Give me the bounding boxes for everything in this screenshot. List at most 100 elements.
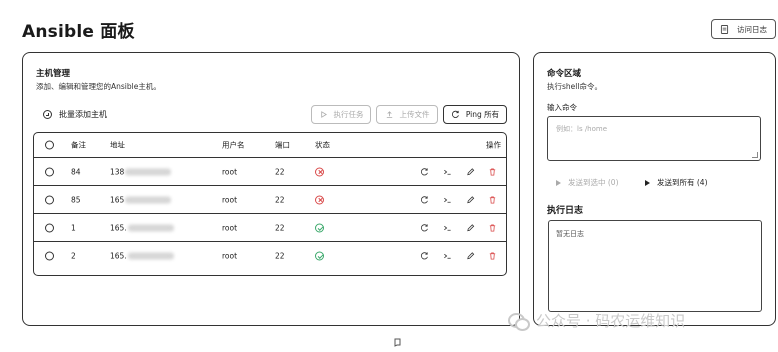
host-management-card: 主机管理 添加、编辑和管理您的Ansible主机。 批量添加主机 执行任务 上传… <box>22 52 520 326</box>
edit-icon <box>467 167 475 175</box>
log-empty-text: 暂无日志 <box>556 230 584 238</box>
batch-add-label: 批量添加主机 <box>59 110 107 119</box>
delete-icon <box>489 195 496 204</box>
column-header-username: 用户名 <box>222 140 245 150</box>
delete-icon <box>489 167 496 176</box>
command-area-title: 命令区域 <box>547 69 582 79</box>
terminal-icon <box>444 253 451 259</box>
watermark-text: 公众号 · 码农运维知识 <box>536 312 686 330</box>
check-circle-icon <box>315 251 324 260</box>
select-all-checkbox[interactable] <box>45 140 54 150</box>
edit-button[interactable] <box>466 251 475 260</box>
ping-all-label: Ping 所有 <box>465 110 500 119</box>
delete-button[interactable] <box>488 223 497 232</box>
row-checkbox[interactable] <box>45 251 54 260</box>
play-icon <box>320 111 327 118</box>
file-log-icon <box>720 24 729 34</box>
terminal-button[interactable] <box>443 195 452 204</box>
column-header-remark: 备注 <box>71 140 86 150</box>
ping-host-button[interactable] <box>420 223 429 232</box>
resize-handle[interactable] <box>752 152 758 158</box>
edit-button[interactable] <box>466 223 475 232</box>
command-area-description: 执行shell命令。 <box>547 82 602 91</box>
scroll-icon <box>394 338 401 347</box>
x-circle-icon <box>315 167 324 176</box>
check-circle-icon <box>315 223 324 232</box>
edit-button[interactable] <box>466 167 475 176</box>
column-header-operations: 操作 <box>486 140 501 150</box>
host-management-description: 添加、编辑和管理您的Ansible主机。 <box>36 82 161 91</box>
table-row: 2 165. root 22 <box>34 241 506 269</box>
run-task-label: 执行任务 <box>333 110 364 119</box>
row-checkbox[interactable] <box>45 195 54 204</box>
command-input[interactable]: 例如：ls /home <box>547 116 761 161</box>
row-checkbox[interactable] <box>45 223 54 232</box>
cell-username: root <box>222 195 238 204</box>
access-log-label: 访问日志 <box>737 24 767 34</box>
play-icon <box>556 179 561 186</box>
terminal-icon <box>444 197 451 203</box>
upload-file-button[interactable]: 上传文件 <box>376 105 438 124</box>
terminal-icon <box>444 225 451 231</box>
wechat-icon <box>508 312 530 331</box>
send-to-selected-button[interactable]: 发送到选中 (0) <box>556 177 619 188</box>
delete-button[interactable] <box>488 195 497 204</box>
cell-username: root <box>222 223 238 232</box>
play-icon <box>645 179 650 186</box>
watermark: 公众号 · 码农运维知识 <box>508 310 685 331</box>
table-header-row: 备注 地址 用户名 端口 状态 操作 <box>34 133 506 157</box>
delete-button[interactable] <box>488 167 497 176</box>
upload-file-label: 上传文件 <box>399 110 430 119</box>
cell-username: root <box>222 167 238 176</box>
delete-icon <box>489 251 496 260</box>
command-input-label: 输入命令 <box>547 103 577 112</box>
edit-icon <box>467 195 475 203</box>
cell-address: 165. <box>110 223 174 232</box>
column-header-port: 端口 <box>275 140 290 150</box>
refresh-icon <box>420 251 428 259</box>
column-header-address: 地址 <box>110 140 125 150</box>
cell-username: root <box>222 251 238 260</box>
edit-icon <box>467 223 475 231</box>
send-to-all-button[interactable]: 发送到所有 (4) <box>645 177 708 188</box>
refresh-icon <box>420 195 428 203</box>
ping-host-button[interactable] <box>420 195 429 204</box>
cell-remark: 2 <box>71 251 76 260</box>
x-circle-icon <box>315 195 324 204</box>
run-task-button[interactable]: 执行任务 <box>311 105 371 124</box>
ping-host-button[interactable] <box>420 167 429 176</box>
cell-port: 22 <box>275 251 285 260</box>
table-row: 85 165 root 22 <box>34 185 506 213</box>
cell-address: 165. <box>110 251 174 260</box>
hosts-table: 备注 地址 用户名 端口 状态 操作 84 138 root 22 85 165… <box>33 132 507 276</box>
cell-address: 165 <box>110 195 172 204</box>
refresh-icon <box>420 223 428 231</box>
command-input-placeholder: 例如：ls /home <box>556 125 608 133</box>
terminal-button[interactable] <box>443 167 452 176</box>
ping-host-button[interactable] <box>420 251 429 260</box>
access-log-button[interactable]: 访问日志 <box>711 19 776 39</box>
terminal-button[interactable] <box>443 251 452 260</box>
ping-all-button[interactable]: Ping 所有 <box>443 105 507 124</box>
send-to-selected-label: 发送到选中 (0) <box>568 178 619 187</box>
edit-button[interactable] <box>466 195 475 204</box>
cell-port: 22 <box>275 223 285 232</box>
delete-icon <box>489 223 496 232</box>
cell-remark: 85 <box>71 195 81 204</box>
send-to-all-label: 发送到所有 (4) <box>657 178 708 187</box>
terminal-icon <box>444 169 451 175</box>
cell-port: 22 <box>275 195 285 204</box>
host-management-title: 主机管理 <box>36 69 71 79</box>
edit-icon <box>467 251 475 259</box>
row-checkbox[interactable] <box>45 167 54 176</box>
cell-port: 22 <box>275 167 285 176</box>
delete-button[interactable] <box>488 251 497 260</box>
table-row: 1 165. root 22 <box>34 213 506 241</box>
execution-log-title: 执行日志 <box>547 206 584 216</box>
upload-icon <box>386 111 392 119</box>
cell-remark: 1 <box>71 223 76 232</box>
refresh-icon <box>420 167 428 175</box>
terminal-button[interactable] <box>443 223 452 232</box>
command-area-card: 命令区域 执行shell命令。 输入命令 例如：ls /home 发送到选中 (… <box>533 52 776 326</box>
batch-add-hosts-button[interactable]: 批量添加主机 <box>43 109 107 120</box>
